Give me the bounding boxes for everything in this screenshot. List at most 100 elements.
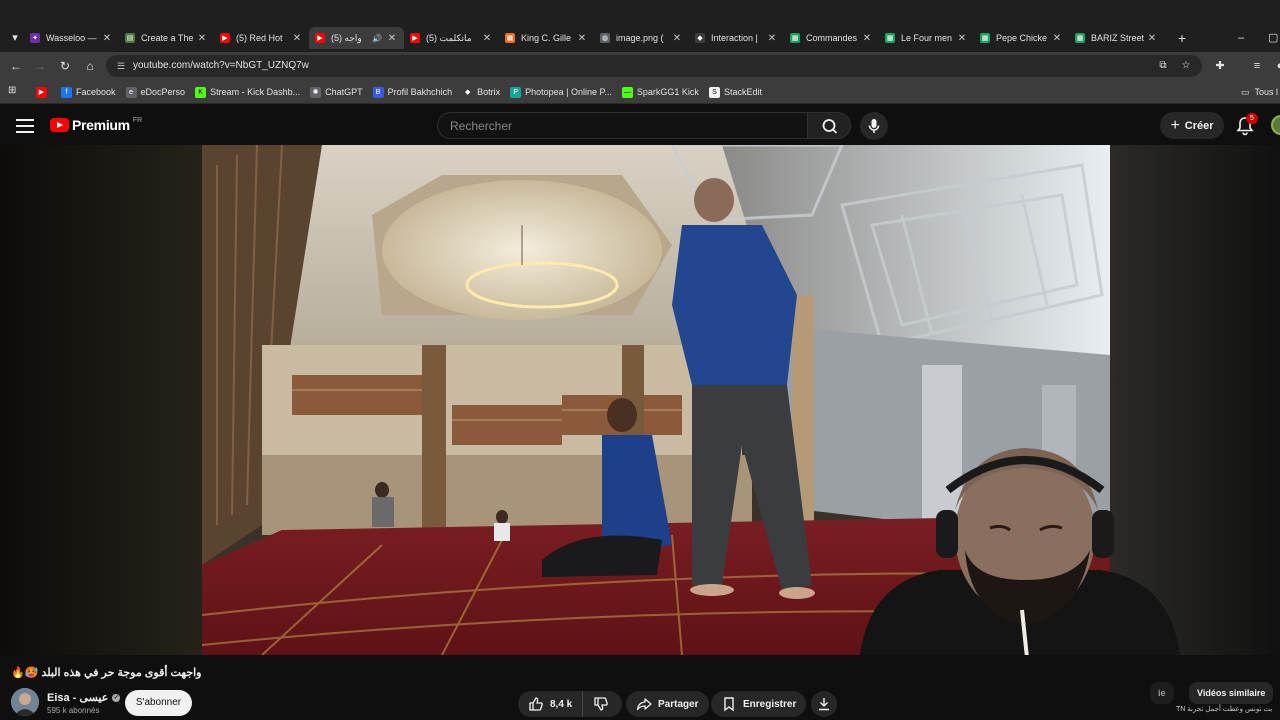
webcam-overlay	[860, 448, 1180, 655]
notification-badge: 5	[1246, 113, 1258, 124]
tab-close-icon[interactable]: ✕	[956, 33, 968, 44]
browser-tab[interactable]: ▦ Le Four men ✕	[879, 27, 974, 49]
subscribe-button[interactable]: S'abonner	[125, 690, 192, 716]
share-label: Partager	[658, 698, 699, 710]
browser-tab-strip: ▾ ✦ Wasseloo — ✕ ▤ Create a The ✕ ▶ (5) Red Hot…	[0, 0, 1280, 52]
bookmark-item[interactable]: K Stream - Kick Dashb...	[195, 84, 300, 100]
new-tab-button[interactable]: +	[1173, 27, 1191, 49]
bookmark-item[interactable]: f Facebook	[61, 84, 116, 100]
tab-audio-icon[interactable]: 🔊	[372, 34, 382, 43]
voice-search-button[interactable]	[860, 112, 888, 140]
tab-title: (5) ماتكلمت	[426, 32, 472, 43]
tab-close-icon[interactable]: ✕	[101, 33, 113, 44]
create-icon: ▤	[125, 33, 135, 43]
address-bar[interactable]: ☰ youtube.com/watch?v=NbGT_UZNQ7w ⧉ ☆	[106, 55, 1202, 77]
browser-tab[interactable]: ▶ (5) Red Hot ✕	[214, 27, 309, 49]
browser-tab[interactable]: ▶ (5) ماتكلمت ✕	[404, 27, 499, 49]
download-button[interactable]	[811, 691, 837, 717]
thumbs-down-icon	[594, 697, 609, 711]
bookmark-label: Botrix	[477, 87, 501, 97]
tab-title: Create a The	[141, 33, 194, 43]
youtube-premium-logo[interactable]: Premium FR	[50, 117, 142, 133]
tab-close-icon[interactable]: ✕	[196, 33, 208, 44]
dislike-button[interactable]	[583, 691, 619, 717]
chip-partial[interactable]: ie	[1150, 682, 1174, 704]
profile-icon[interactable]: ◐	[1270, 56, 1280, 76]
tab-close-icon[interactable]: ✕	[386, 33, 398, 44]
notifications-button[interactable]: 5	[1235, 113, 1258, 137]
browser-tab[interactable]: ✦ Wasseloo — ✕	[24, 27, 119, 49]
bookmark-item[interactable]: P Photopea | Online P...	[510, 84, 612, 100]
browser-tab[interactable]: ◍ image.png (✕	[594, 27, 689, 49]
like-button[interactable]: 8,4 k	[518, 691, 584, 717]
tab-close-icon[interactable]: ✕	[766, 33, 778, 44]
like-dislike-group: 8,4 k	[518, 691, 622, 717]
plus-icon: +	[1170, 116, 1180, 134]
tab-close-icon[interactable]: ✕	[1146, 33, 1158, 44]
kick-icon: K	[195, 86, 207, 98]
browser-tab[interactable]: ▤ Create a The ✕	[119, 27, 214, 49]
media-controls-icon[interactable]: ≡	[1247, 56, 1267, 76]
bookmark-item[interactable]: ◆ Botrix	[462, 84, 500, 100]
minimize-icon[interactable]: –	[1238, 27, 1244, 49]
tab-close-icon[interactable]: ✕	[576, 33, 588, 44]
chip-similar-videos[interactable]: Vidéos similaire	[1189, 682, 1274, 704]
bookmark-item[interactable]: — SparkGG1 Kick	[621, 84, 699, 100]
bookmark-label: Stream - Kick Dashb...	[210, 87, 301, 97]
menu-icon[interactable]	[16, 115, 34, 135]
tab-title: (5) Red Hot	[236, 33, 283, 43]
share-arrow-icon	[636, 698, 652, 711]
forward-arrow-icon[interactable]: →	[30, 56, 50, 76]
apps-grid-icon[interactable]: ⊞	[8, 85, 20, 97]
tab-search-chevron-icon[interactable]: ▾	[4, 27, 26, 49]
channel-name-row[interactable]: Eisa - عيسى ✓	[47, 691, 121, 704]
tab-close-icon[interactable]: ✕	[291, 33, 303, 44]
save-button[interactable]: Enregistrer	[711, 691, 807, 717]
search-bar: Rechercher	[437, 112, 851, 139]
facebook-icon: f	[61, 86, 72, 98]
video-player[interactable]	[0, 145, 1280, 655]
create-button[interactable]: + Créer	[1160, 112, 1224, 139]
tab-close-icon[interactable]: ✕	[481, 33, 493, 44]
browser-tab[interactable]: ▦ Pepe Chicke ✕	[974, 27, 1069, 49]
channel-avatar[interactable]	[11, 688, 39, 716]
browser-toolbar: ← → ↻ ⌂ ☰ youtube.com/watch?v=NbGT_UZNQ7…	[0, 52, 1280, 80]
tab-title: Commandes	[806, 33, 858, 43]
search-input[interactable]: Rechercher	[437, 112, 808, 139]
youtube-icon: ▶	[315, 33, 325, 43]
folder-icon: ▭	[1241, 86, 1250, 97]
tab-title: Pepe Chicke	[996, 33, 1048, 43]
site-info-icon[interactable]: ☰	[114, 59, 128, 73]
extensions-icon[interactable]: ✚	[1210, 56, 1230, 76]
install-app-icon[interactable]: ⧉	[1156, 59, 1170, 73]
share-button[interactable]: Partager	[626, 691, 709, 717]
youtube-play-icon	[50, 118, 69, 132]
browser-tab[interactable]: ◆ Interaction | ✕	[689, 27, 784, 49]
bookmark-star-icon[interactable]: ☆	[1179, 59, 1193, 73]
back-arrow-icon[interactable]: ←	[6, 56, 26, 76]
bookmark-item[interactable]: S StackEdit	[708, 84, 762, 100]
bookmark-item[interactable]: e eDocPerso	[125, 84, 185, 100]
maximize-icon[interactable]: ▢	[1268, 27, 1278, 49]
all-bookmarks-folder[interactable]: ▭ Tous l	[1241, 84, 1278, 100]
bookmark-item[interactable]: B Profil Bakhchich	[372, 84, 452, 100]
browser-tab[interactable]: ▦ BARIZ Street ✕	[1069, 27, 1164, 49]
tab-close-icon[interactable]: ✕	[861, 33, 873, 44]
photopea-icon: P	[510, 86, 522, 98]
channel-name: Eisa - عيسى	[47, 692, 109, 704]
browser-tab[interactable]: ▦ King C. Gille ✕	[499, 27, 594, 49]
related-video-title[interactable]: TN بت تونس وعطت أجمل تجربة	[1170, 705, 1272, 713]
bookmark-item[interactable]: ▶	[36, 84, 51, 100]
verified-check-icon: ✓	[112, 693, 121, 702]
account-avatar[interactable]	[1271, 115, 1280, 135]
browser-tab[interactable]: ▦ Commandes ✕	[784, 27, 879, 49]
tab-close-icon[interactable]: ✕	[671, 33, 683, 44]
related-badge: TN	[1176, 706, 1186, 713]
bookmark-label: StackEdit	[723, 87, 762, 97]
browser-tab[interactable]: ▶ (5) واجه 🔊 ✕	[309, 27, 404, 49]
search-button[interactable]	[807, 112, 851, 139]
tab-close-icon[interactable]: ✕	[1051, 33, 1063, 44]
bookmark-item[interactable]: ✺ ChatGPT	[310, 84, 363, 100]
reload-icon[interactable]: ↻	[55, 56, 75, 76]
home-icon[interactable]: ⌂	[80, 56, 100, 76]
